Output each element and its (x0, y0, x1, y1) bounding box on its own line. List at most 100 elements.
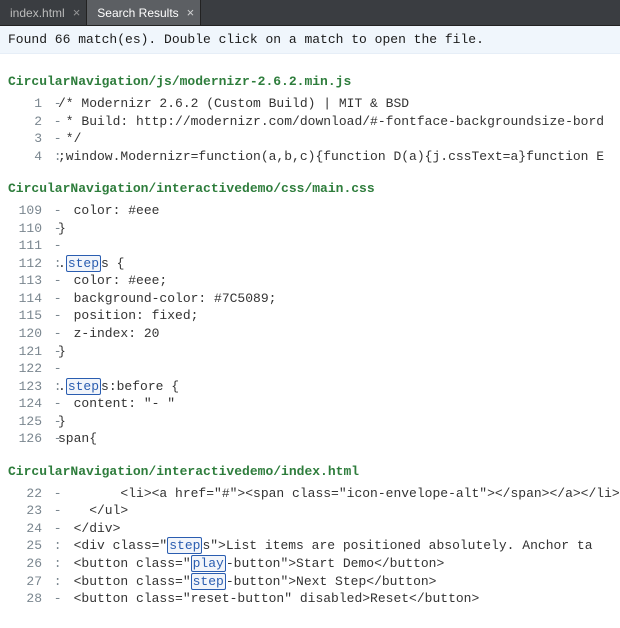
result-line[interactable]: 25 : <div class="steps">List items are p… (0, 537, 620, 555)
line-separator: - (46, 95, 58, 113)
result-line[interactable]: 125 - } (0, 413, 620, 431)
line-code: ;window.Modernizr=function(a,b,c){functi… (58, 148, 604, 166)
line-separator: - (46, 343, 58, 361)
tab-label: Search Results (97, 6, 178, 20)
line-number: 112 (4, 255, 46, 273)
file-lines: 109 - color: #eee110 - }111 - 112 : .ste… (0, 202, 620, 448)
line-separator: - (46, 272, 58, 290)
result-line[interactable]: 3 - */ (0, 130, 620, 148)
result-line[interactable]: 115 - position: fixed; (0, 307, 620, 325)
file-path[interactable]: CircularNavigation/js/modernizr-2.6.2.mi… (0, 72, 620, 91)
line-code: z-index: 20 (58, 325, 159, 343)
line-number: 110 (4, 220, 46, 238)
line-code: </ul> (58, 502, 128, 520)
line-code: <div class="steps">List items are positi… (58, 537, 593, 555)
line-code: position: fixed; (58, 307, 198, 325)
result-line[interactable]: 120 - z-index: 20 (0, 325, 620, 343)
line-code: } (58, 343, 66, 361)
line-number: 109 (4, 202, 46, 220)
line-number: 111 (4, 237, 46, 255)
result-line[interactable]: 109 - color: #eee (0, 202, 620, 220)
line-number: 114 (4, 290, 46, 308)
line-separator: - (46, 307, 58, 325)
file-group: CircularNavigation/js/modernizr-2.6.2.mi… (0, 72, 620, 165)
result-line[interactable]: 23 - </ul> (0, 502, 620, 520)
line-separator: : (46, 573, 58, 591)
close-icon[interactable]: × (187, 5, 195, 20)
line-separator: - (46, 520, 58, 538)
file-lines: 22 - <li><a href="#"><span class="icon-e… (0, 485, 620, 608)
file-path[interactable]: CircularNavigation/interactivedemo/index… (0, 462, 620, 481)
result-line[interactable]: 22 - <li><a href="#"><span class="icon-e… (0, 485, 620, 503)
line-separator: : (46, 148, 58, 166)
result-line[interactable]: 4 : ;window.Modernizr=function(a,b,c){fu… (0, 148, 620, 166)
line-code: <button class="reset-button" disabled>Re… (58, 590, 479, 608)
line-number: 26 (4, 555, 46, 573)
line-code: color: #eee (58, 202, 159, 220)
file-group: CircularNavigation/interactivedemo/index… (0, 462, 620, 608)
line-code: } (58, 413, 66, 431)
result-line[interactable]: 126 - span{ (0, 430, 620, 448)
line-code: */ (58, 130, 81, 148)
line-number: 22 (4, 485, 46, 503)
line-separator: : (46, 255, 58, 273)
line-separator: - (46, 502, 58, 520)
close-icon[interactable]: × (73, 5, 81, 20)
result-line[interactable]: 28 - <button class="reset-button" disabl… (0, 590, 620, 608)
tab-search-results[interactable]: Search Results × (87, 0, 201, 25)
search-summary: Found 66 match(es). Double click on a ma… (0, 26, 620, 54)
result-line[interactable]: 110 - } (0, 220, 620, 238)
result-line[interactable]: 124 - content: "- " (0, 395, 620, 413)
line-number: 3 (4, 130, 46, 148)
line-number: 28 (4, 590, 46, 608)
file-lines: 1 - /* Modernizr 2.6.2 (Custom Build) | … (0, 95, 620, 165)
line-code: * Build: http://modernizr.com/download/#… (58, 113, 604, 131)
result-line[interactable]: 27 : <button class="step-button">Next St… (0, 573, 620, 591)
line-code: } (58, 220, 66, 238)
result-line[interactable]: 113 - color: #eee; (0, 272, 620, 290)
match-highlight: step (66, 255, 101, 272)
result-line[interactable]: 114 - background-color: #7C5089; (0, 290, 620, 308)
line-separator: - (46, 290, 58, 308)
line-number: 120 (4, 325, 46, 343)
line-number: 23 (4, 502, 46, 520)
line-number: 24 (4, 520, 46, 538)
line-separator: - (46, 395, 58, 413)
tab-index-html[interactable]: index.html × (0, 0, 87, 25)
line-number: 121 (4, 343, 46, 361)
line-separator: - (46, 237, 58, 255)
tab-bar: index.html × Search Results × (0, 0, 620, 26)
line-code: <button class="step-button">Next Step</b… (58, 573, 436, 591)
line-code: /* Modernizr 2.6.2 (Custom Build) | MIT … (58, 95, 409, 113)
result-line[interactable]: 122 - (0, 360, 620, 378)
line-separator: - (46, 590, 58, 608)
result-line[interactable]: 121 - } (0, 343, 620, 361)
file-path[interactable]: CircularNavigation/interactivedemo/css/m… (0, 179, 620, 198)
line-code: <li><a href="#"><span class="icon-envelo… (58, 485, 620, 503)
line-code: .steps { (58, 255, 124, 273)
result-line[interactable]: 1 - /* Modernizr 2.6.2 (Custom Build) | … (0, 95, 620, 113)
result-line[interactable]: 2 - * Build: http://modernizr.com/downlo… (0, 113, 620, 131)
line-number: 113 (4, 272, 46, 290)
line-separator: - (46, 413, 58, 431)
result-line[interactable]: 24 - </div> (0, 520, 620, 538)
result-line[interactable]: 26 : <button class="play-button">Start D… (0, 555, 620, 573)
line-separator: : (46, 537, 58, 555)
line-code: .steps:before { (58, 378, 179, 396)
line-number: 124 (4, 395, 46, 413)
line-separator: : (46, 378, 58, 396)
line-number: 1 (4, 95, 46, 113)
line-separator: : (46, 555, 58, 573)
result-line[interactable]: 111 - (0, 237, 620, 255)
line-separator: - (46, 360, 58, 378)
line-separator: - (46, 485, 58, 503)
line-separator: - (46, 430, 58, 448)
search-results: CircularNavigation/js/modernizr-2.6.2.mi… (0, 54, 620, 628)
line-number: 123 (4, 378, 46, 396)
file-group: CircularNavigation/interactivedemo/css/m… (0, 179, 620, 448)
line-code: content: "- " (58, 395, 175, 413)
tab-label: index.html (10, 6, 65, 20)
result-line[interactable]: 112 : .steps { (0, 255, 620, 273)
line-separator: - (46, 325, 58, 343)
result-line[interactable]: 123 : .steps:before { (0, 378, 620, 396)
